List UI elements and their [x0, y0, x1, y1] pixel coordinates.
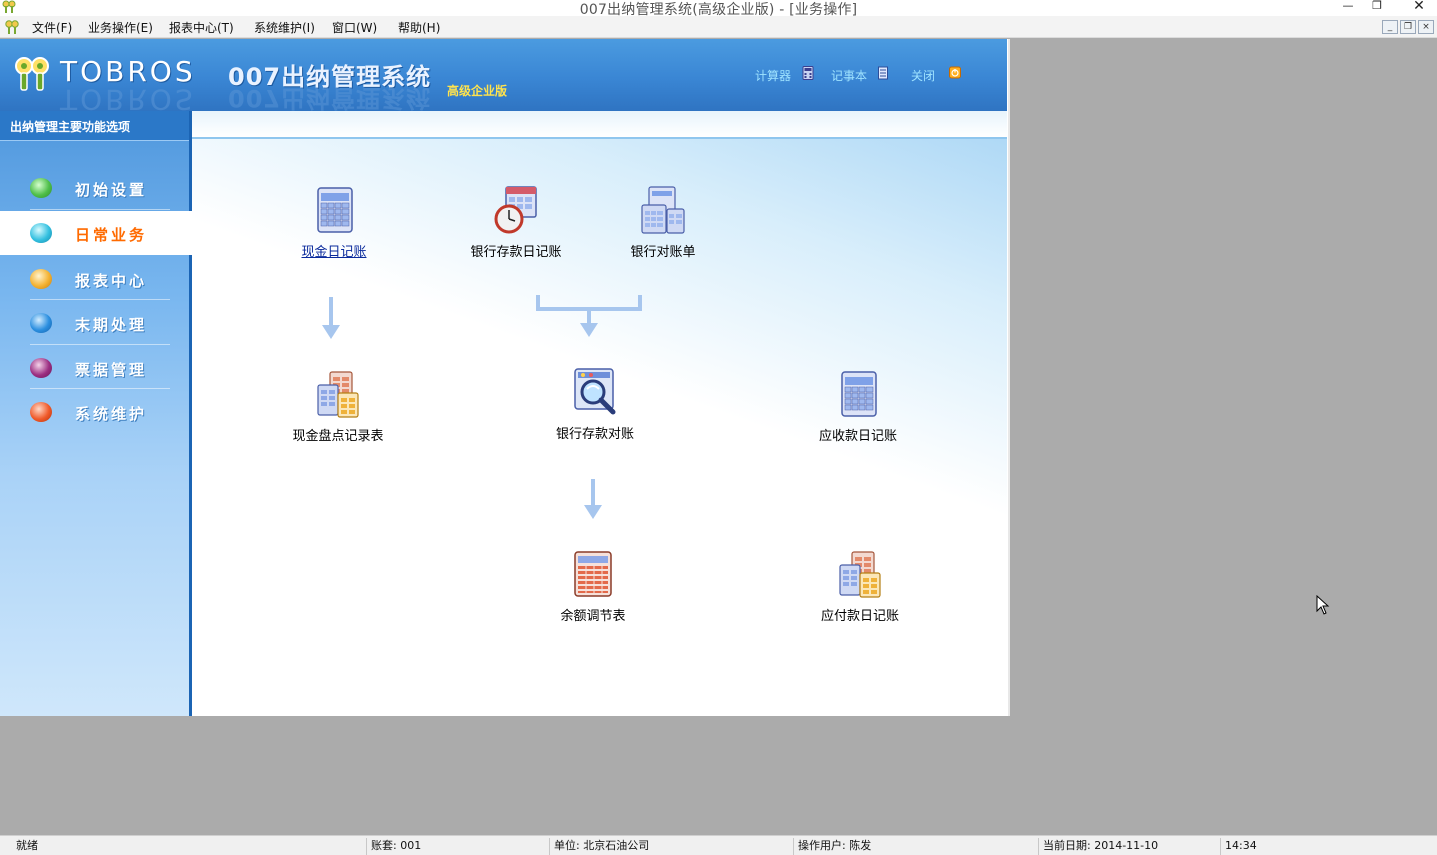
edition-label: 高级企业版 — [447, 84, 508, 98]
orange-ball-icon — [30, 269, 52, 289]
flow-arrow-down-icon — [584, 479, 602, 519]
menu-reports[interactable]: 报表中心(T) — [169, 19, 234, 36]
status-ready: 就绪 — [16, 839, 38, 852]
calculator-icon[interactable] — [802, 66, 814, 80]
bank-journal-function[interactable]: 银行存款日记账 — [460, 185, 572, 260]
notepad-link[interactable]: 记事本 — [831, 67, 867, 84]
sidebar-item-label: 末期处理 — [75, 316, 148, 334]
app-banner: TOBROS TOBROS 007出纳管理系统 007出纳管理系统 高级企业版 … — [0, 39, 1007, 116]
green-ball-icon — [30, 178, 52, 198]
sidebar-divider — [30, 299, 170, 300]
sidebar-item-label: 初始设置 — [75, 181, 148, 199]
function-label: 应收款日记账 — [818, 429, 897, 444]
ledger-book-icon — [841, 371, 877, 417]
menu-file[interactable]: 文件(F) — [32, 19, 72, 36]
menu-system[interactable]: 系统维护(I) — [254, 19, 315, 36]
function-label: 银行对账单 — [630, 245, 696, 260]
blue-ball-icon — [30, 313, 52, 333]
sidebar-divider — [30, 209, 170, 210]
sidebar-item-bill-management[interactable]: 票据管理 — [0, 346, 189, 390]
status-operator: 操作用户: 陈发 — [793, 838, 1035, 855]
spreadsheet-stack-icon — [839, 551, 881, 598]
red-ball-icon — [30, 402, 52, 422]
flow-arrow-down-icon — [322, 297, 340, 339]
power-icon[interactable] — [949, 66, 961, 80]
menu-help[interactable]: 帮助(H) — [398, 19, 440, 36]
bank-statement-function[interactable]: 银行对账单 — [620, 185, 706, 260]
balance-adjustment-function[interactable]: 余额调节表 — [548, 549, 638, 624]
sidebar-item-initial-setup[interactable]: 初始设置 — [0, 166, 189, 210]
sidebar-divider — [30, 388, 170, 389]
document-logo-icon[interactable] — [4, 19, 20, 35]
sidebar-item-daily-business[interactable]: 日常业务 — [0, 211, 192, 255]
sidebar-item-label: 票据管理 — [75, 361, 148, 379]
spreadsheet-icon — [574, 551, 612, 597]
sidebar-item-label: 系统维护 — [75, 405, 148, 423]
minimize-button[interactable]: — — [1333, 0, 1363, 14]
bank-reconciliation-function[interactable]: 银行存款对账 — [546, 367, 644, 442]
function-label: 余额调节表 — [560, 609, 626, 624]
function-label: 应付款日记账 — [820, 609, 899, 624]
function-area-topbar — [192, 111, 1007, 139]
calculator-link[interactable]: 计算器 — [755, 67, 791, 84]
sidebar-item-label: 报表中心 — [75, 272, 148, 290]
flow-merge-arrow-icon — [536, 295, 642, 337]
cash-count-record-function[interactable]: 现金盘点记录表 — [282, 369, 394, 444]
close-window-button[interactable]: ✕ — [1404, 0, 1434, 14]
menu-business[interactable]: 业务操作(E) — [88, 19, 153, 36]
receivable-journal-function[interactable]: 应收款日记账 — [808, 369, 908, 444]
ledger-book-icon — [317, 187, 353, 233]
cyan-ball-icon — [30, 223, 52, 243]
sidebar-item-report-center[interactable]: 报表中心 — [0, 257, 189, 301]
sidebar-divider — [30, 344, 170, 345]
menu-bar: 文件(F) 业务操作(E) 报表中心(T) 系统维护(I) 窗口(W) 帮助(H… — [0, 16, 1437, 38]
status-unit: 单位: 北京石油公司 — [549, 838, 789, 855]
payable-journal-function[interactable]: 应付款日记账 — [810, 549, 910, 624]
child-close-button[interactable]: × — [1418, 20, 1434, 34]
status-time: 14:34 — [1220, 838, 1436, 855]
child-minimize-button[interactable]: _ — [1382, 20, 1398, 34]
calendar-clock-icon — [494, 186, 537, 234]
function-label: 银行存款日记账 — [470, 245, 562, 260]
sidebar-item-period-end[interactable]: 末期处理 — [0, 301, 189, 345]
status-account: 账套: 001 — [366, 838, 546, 855]
business-operations-window: TOBROS TOBROS 007出纳管理系统 007出纳管理系统 高级企业版 … — [0, 39, 1010, 716]
window-titlebar: 007出纳管理系统(高级企业版) - [业务操作] — ❐ ✕ — [0, 0, 1437, 18]
sidebar-header: 出纳管理主要功能选项 — [0, 111, 189, 141]
restore-button[interactable]: ❐ — [1362, 0, 1392, 14]
function-label: 现金盘点记录表 — [292, 429, 384, 444]
close-link[interactable]: 关闭 — [911, 67, 935, 84]
notepad-icon[interactable] — [877, 66, 889, 80]
sidebar-item-label: 日常业务 — [75, 226, 148, 244]
function-label: 银行存款对账 — [555, 427, 634, 442]
sidebar-header-label: 出纳管理主要功能选项 — [10, 120, 131, 134]
purple-ball-icon — [30, 358, 52, 378]
sidebar-item-system-maintenance[interactable]: 系统维护 — [0, 390, 189, 434]
status-bar: 就绪 账套: 001 单位: 北京石油公司 操作用户: 陈发 当前日期: 201… — [0, 835, 1437, 855]
child-restore-button[interactable]: ❐ — [1400, 20, 1416, 34]
tobros-logo-icon — [15, 57, 49, 91]
function-label: 现金日记账 — [301, 245, 367, 260]
cash-journal-function[interactable]: 现金日记账 — [288, 185, 380, 260]
status-date: 当前日期: 2014-11-10 — [1038, 838, 1216, 855]
mouse-cursor-icon — [1316, 595, 1330, 615]
stacked-ledgers-icon — [641, 186, 685, 234]
magnifier-report-icon — [574, 368, 616, 415]
spreadsheet-stack-icon — [317, 371, 359, 418]
menu-window[interactable]: 窗口(W) — [332, 19, 377, 36]
